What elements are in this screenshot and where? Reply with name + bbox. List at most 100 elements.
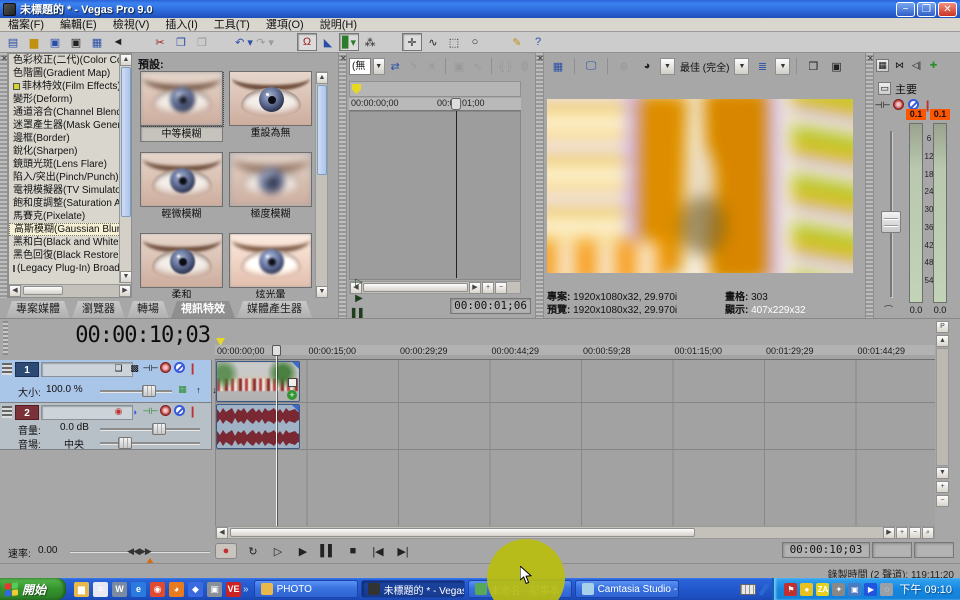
master-fader[interactable] [881, 211, 901, 233]
project-properties-icon[interactable]: ▦ [548, 57, 568, 75]
preset-item[interactable]: 極度模糊 [229, 152, 312, 223]
keyframe-hscrollbar[interactable]: ◀ ▶ + − [349, 281, 521, 294]
effect-list-item[interactable]: 色階圖(Gradient Map) [9, 67, 121, 80]
chevron-down-icon[interactable]: ▼ [373, 58, 385, 75]
lock-envelopes-icon[interactable]: ▊▾ [339, 33, 359, 51]
ie-icon[interactable]: e [131, 582, 146, 597]
effect-list-item[interactable]: 馬賽克(Pixelate) [9, 210, 121, 223]
video-event-clip[interactable]: + [216, 361, 300, 402]
effect-list-item[interactable]: 通道溶合(Channel Blend [9, 106, 121, 119]
track-number[interactable]: 1 [15, 362, 39, 377]
close-icon[interactable]: ✕ [867, 54, 874, 63]
scroll-up-icon[interactable]: ▲ [120, 54, 132, 66]
save-preset-icon[interactable]: ▣ [451, 57, 467, 75]
preset-item[interactable]: 重設為無 [229, 71, 312, 142]
folder-icon[interactable]: ▆ [74, 582, 89, 597]
zoom-in-icon[interactable]: + [896, 527, 908, 539]
volume-tray-icon[interactable]: ◌ [880, 583, 893, 596]
preset-thumbnail[interactable] [229, 233, 312, 288]
scroll-down-icon[interactable]: ▼ [316, 286, 328, 298]
track-drag-handle[interactable] [2, 363, 12, 375]
effect-list-item[interactable]: 高斯模糊(Gaussian Blur) [9, 223, 121, 236]
scroll-right-icon[interactable]: ▶ [119, 285, 131, 297]
normal-edit-tool-icon[interactable]: ✛ [402, 33, 422, 51]
effect-list-item[interactable]: 菲林特效(Film Effects) [9, 80, 121, 93]
snap-icon[interactable]: Ω [297, 33, 317, 51]
keyframe-ruler[interactable]: 00:00:00;00 00:00:01;00 [349, 98, 521, 111]
save-icon[interactable]: ▣ [45, 33, 65, 51]
start-button[interactable]: 開始 [0, 578, 66, 600]
antivirus-tray-icon[interactable]: ● [800, 583, 813, 596]
close-icon[interactable]: ✕ [1, 54, 8, 63]
event-fx-icon[interactable]: + [287, 390, 297, 400]
make-child-icon[interactable]: ▩ [128, 362, 141, 375]
peak-value-left[interactable]: 0.1 [906, 109, 926, 120]
close-button[interactable]: ✕ [938, 2, 957, 17]
gear-icon[interactable] [160, 405, 171, 416]
transport-time-display[interactable]: 00:00:10;03 [782, 542, 870, 558]
sep[interactable] [213, 33, 233, 51]
curve-icon[interactable]: ∿ [469, 57, 485, 75]
timeline-playhead[interactable] [276, 345, 277, 526]
pin-tray-icon[interactable]: ⚑ [784, 583, 797, 596]
panel-grip[interactable]: ✕ [339, 53, 347, 318]
scroll-up-icon[interactable]: ▲ [936, 335, 949, 347]
preset-thumbnail[interactable] [140, 71, 223, 126]
dock-tab[interactable]: 專案媒體 [6, 301, 70, 318]
redo-icon[interactable]: ↷ ▾ [255, 33, 275, 51]
preset-thumbnail[interactable] [140, 152, 223, 207]
keyframe-marker[interactable] [352, 84, 361, 94]
volume-slider[interactable] [152, 423, 166, 435]
menu-item[interactable]: 工具(T) [206, 18, 258, 32]
sep[interactable] [129, 33, 149, 51]
preset-item[interactable]: 輕微模糊 [140, 152, 223, 223]
taskbar-task[interactable]: 未標題的 * - Vegas P... [361, 580, 465, 598]
stop-button[interactable]: ■ [344, 543, 362, 559]
downmix-icon[interactable]: ⋈ [893, 59, 906, 72]
scroll-up-icon[interactable]: ▲ [316, 72, 328, 84]
effect-list-item[interactable]: 迷罩產生器(Mask Gener [9, 119, 121, 132]
track-motion-icon[interactable]: ▦ [176, 383, 189, 396]
copy-keyframe-icon[interactable]: ⦃⦄ [496, 57, 514, 75]
taskbar-task[interactable]: Camtasia Studio - Unti... [575, 580, 679, 598]
render-as-icon[interactable]: ▣ [66, 33, 86, 51]
preset-item[interactable]: 炫光暈 [229, 233, 312, 298]
scroll-down-icon[interactable]: ▼ [120, 271, 132, 283]
menu-item[interactable]: 檔案(F) [0, 18, 52, 32]
video-track-header[interactable]: 1 ❏ ▩ ⊣⊢ ❙ 大小: 100.0 % ▦ ↑ ↓ [0, 360, 212, 403]
envelope-edit-tool-icon[interactable]: ∿ [423, 33, 443, 51]
audio-track-header[interactable]: 2 ◉ ◑ ⊣⊢ ❙ 音量: 0.0 dB 音場: 中央 [0, 403, 212, 450]
preview-color-icon[interactable]: ◕ [637, 57, 657, 75]
zoom-out-icon[interactable]: − [909, 527, 921, 539]
mixer-properties-icon[interactable]: ▦ [876, 59, 889, 72]
pen-icon[interactable]: ✎ [507, 33, 527, 51]
timeline-current-time[interactable]: 00:00:10;03 [30, 323, 210, 348]
keyframe-time-display[interactable]: 00:00:01;06 [450, 298, 531, 314]
chevron-down-icon[interactable]: ▼ [734, 58, 749, 75]
effects-vertical-scrollbar[interactable]: ▲ ▼ [119, 54, 131, 283]
dock-tab[interactable]: 視訊特效 [171, 301, 235, 318]
effect-list-item[interactable]: 陷入/突出(Pinch/Punch) [9, 171, 121, 184]
scroll-left-icon[interactable]: ◀ [216, 527, 228, 539]
preset-item[interactable]: 柔和 [140, 233, 223, 298]
dim-output-icon[interactable]: ◁| [910, 59, 923, 72]
hide-docking-button[interactable]: P [936, 321, 949, 333]
track-drag-handle[interactable] [2, 406, 12, 418]
chevron-down-icon[interactable]: ▼ [775, 58, 790, 75]
track-zoom-in-icon[interactable]: + [936, 481, 949, 493]
selection-length-display[interactable] [914, 542, 954, 558]
record-button[interactable]: ● [215, 543, 237, 559]
preset-thumbnail[interactable] [229, 71, 312, 126]
go-to-start-button[interactable]: |◀ [369, 543, 387, 559]
mute-icon[interactable] [174, 362, 185, 373]
cursor-tool-icon[interactable]: ◄ [108, 33, 128, 51]
keyboard-icon[interactable] [740, 584, 756, 595]
firefox-icon[interactable]: ◕ [169, 582, 184, 597]
effects-horizontal-scrollbar[interactable]: ◀ ▶ [9, 284, 131, 297]
selection-edit-tool-icon[interactable]: ⬚ [444, 33, 464, 51]
dock-tab[interactable]: 轉場 [127, 301, 169, 318]
effect-list-item[interactable]: 邊框(Border) [9, 132, 121, 145]
ve-icon[interactable]: VE [226, 582, 241, 597]
effect-list-item[interactable]: 變形(Deform) [9, 93, 121, 106]
media-player-tray-icon[interactable]: ▶ [864, 583, 877, 596]
